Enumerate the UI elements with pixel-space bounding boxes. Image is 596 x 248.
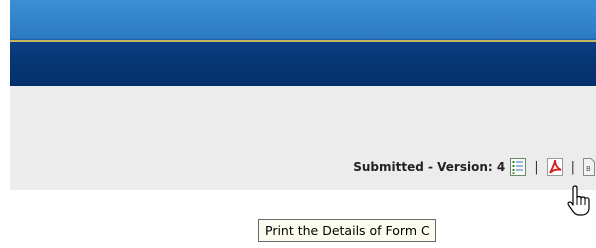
submission-status: Submitted - Version: 4 — [353, 160, 506, 174]
svg-text:B: B — [586, 165, 591, 173]
hand-pointer-cursor-icon — [567, 185, 590, 216]
details-list-icon[interactable] — [509, 157, 527, 177]
status-row: Submitted - Version: 4 | | B — [353, 156, 596, 178]
toolbar-separator: | — [570, 159, 575, 175]
header-banner — [10, 0, 596, 86]
header-accent-line — [10, 40, 596, 42]
tooltip: Print the Details of Form C — [258, 219, 436, 242]
toolbar-separator: | — [534, 159, 539, 175]
print-details-icon[interactable]: B — [582, 157, 596, 177]
pdf-icon[interactable] — [546, 157, 564, 177]
